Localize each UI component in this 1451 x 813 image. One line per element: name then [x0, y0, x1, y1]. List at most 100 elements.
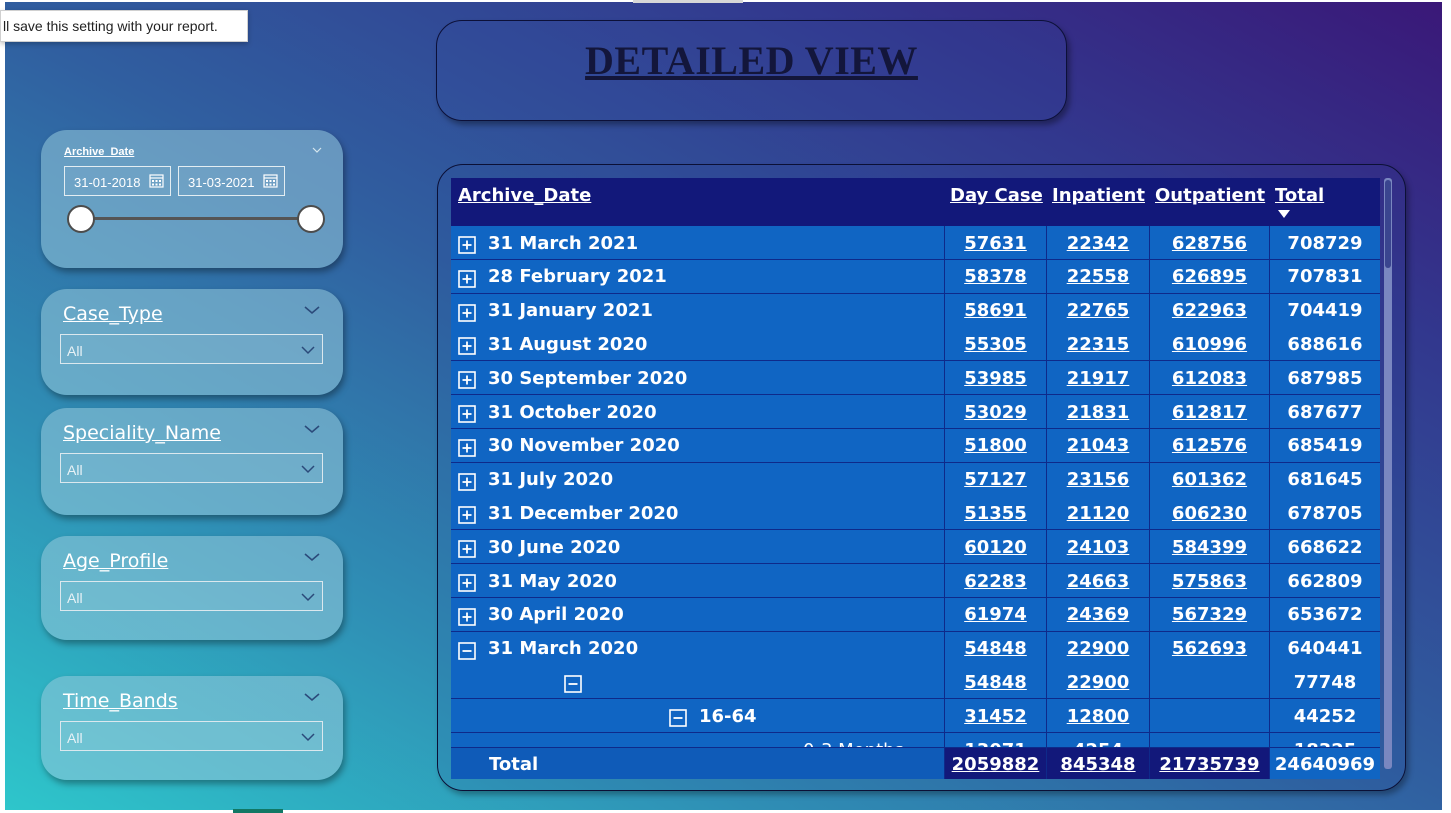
matrix-scrollbar[interactable] — [1384, 178, 1392, 769]
end-date-field[interactable]: 31-03-2021 — [178, 166, 285, 196]
day-case-cell[interactable]: 53029 — [944, 395, 1046, 429]
header-archive-date[interactable]: Archive_Date — [458, 185, 591, 206]
day-case-cell[interactable]: 54848 — [944, 631, 1046, 666]
outpatient-cell[interactable]: 575863 — [1149, 564, 1269, 598]
inpatient-cell[interactable]: 12800 — [1046, 699, 1149, 734]
outpatient-cell[interactable]: 628756 — [1149, 226, 1269, 260]
expand-plus-icon[interactable] — [458, 607, 476, 626]
day-case-cell[interactable]: 51800 — [944, 428, 1046, 463]
outpatient-cell[interactable] — [1149, 733, 1269, 747]
inpatient-cell[interactable]: 22558 — [1046, 259, 1149, 294]
day-case-cell[interactable]: 62283 — [944, 564, 1046, 598]
expand-plus-icon[interactable] — [458, 303, 476, 322]
day-case-cell[interactable]: 58691 — [944, 293, 1046, 328]
inpatient-cell[interactable]: 21120 — [1046, 496, 1149, 531]
chevron-down-icon[interactable] — [303, 420, 321, 438]
chevron-down-icon[interactable] — [303, 548, 321, 566]
day-case-cell[interactable]: 60120 — [944, 530, 1046, 565]
expand-plus-icon[interactable] — [458, 337, 476, 356]
inpatient-value: 22765 — [1066, 300, 1130, 322]
total-day-case-value: 2059882 — [951, 753, 1040, 775]
outpatient-cell[interactable]: 612817 — [1149, 395, 1269, 429]
inpatient-cell[interactable]: 21831 — [1046, 395, 1149, 429]
page-tab-indicator[interactable] — [233, 809, 283, 813]
expand-plus-icon[interactable] — [458, 472, 476, 491]
outpatient-cell[interactable]: 612083 — [1149, 361, 1269, 396]
header-inpatient[interactable]: Inpatient — [1052, 185, 1145, 206]
day-case-cell[interactable]: 55305 — [944, 327, 1046, 362]
expand-plus-icon[interactable] — [458, 574, 476, 592]
collapse-minus-icon[interactable] — [564, 675, 582, 694]
inpatient-cell[interactable]: 21917 — [1046, 361, 1149, 396]
inpatient-cell[interactable]: 22342 — [1046, 226, 1149, 260]
case-type-dropdown[interactable]: All — [60, 334, 323, 364]
expand-plus-icon[interactable] — [458, 371, 476, 389]
expand-plus-icon[interactable] — [458, 540, 476, 558]
day-case-cell[interactable]: 13071 — [944, 733, 1046, 747]
chevron-down-icon[interactable] — [303, 301, 321, 319]
total-day-case[interactable]: 2059882 — [944, 748, 1046, 779]
day-case-cell[interactable]: 57127 — [944, 462, 1046, 497]
expand-plus-icon[interactable] — [458, 438, 476, 457]
calendar-icon[interactable] — [263, 173, 278, 188]
day-case-cell[interactable]: 31452 — [944, 699, 1046, 734]
inpatient-cell[interactable]: 21043 — [1046, 428, 1149, 463]
inpatient-cell[interactable]: 22765 — [1046, 293, 1149, 328]
inpatient-cell[interactable]: 22900 — [1046, 631, 1149, 666]
inpatient-cell[interactable]: 22900 — [1046, 665, 1149, 700]
speciality-name-dropdown[interactable]: All — [60, 453, 323, 483]
header-day-case[interactable]: Day Case — [950, 185, 1043, 206]
header-total[interactable]: Total — [1275, 185, 1324, 206]
inpatient-cell[interactable]: 23156 — [1046, 462, 1149, 497]
chevron-down-icon[interactable] — [300, 461, 316, 477]
day-case-cell[interactable]: 58378 — [944, 259, 1046, 294]
outpatient-cell[interactable] — [1149, 699, 1269, 734]
header-outpatient[interactable]: Outpatient — [1155, 185, 1265, 206]
table-row: 30 September 2020 53985 21917 612083 687985 — [451, 361, 1380, 396]
day-case-cell[interactable]: 53985 — [944, 361, 1046, 396]
collapse-minus-icon[interactable] — [669, 709, 687, 727]
expand-plus-icon[interactable] — [458, 236, 476, 254]
chevron-down-icon[interactable] — [300, 589, 316, 605]
day-case-cell[interactable]: 54848 — [944, 665, 1046, 700]
chevron-down-icon[interactable] — [300, 342, 316, 358]
day-case-value: 13071 — [964, 740, 1027, 748]
expand-plus-icon[interactable] — [458, 405, 476, 423]
inpatient-cell[interactable]: 22315 — [1046, 327, 1149, 362]
collapse-minus-icon[interactable] — [458, 641, 476, 660]
calendar-icon[interactable] — [149, 173, 164, 188]
inpatient-cell[interactable]: 24663 — [1046, 564, 1149, 598]
outpatient-cell[interactable]: 612576 — [1149, 428, 1269, 463]
total-inpatient[interactable]: 845348 — [1046, 748, 1149, 779]
total-outpatient[interactable]: 21735739 — [1149, 748, 1269, 779]
outpatient-cell[interactable] — [1149, 665, 1269, 700]
chevron-down-icon[interactable] — [300, 729, 316, 745]
outpatient-cell[interactable]: 606230 — [1149, 496, 1269, 531]
table-row: 54848 22900 77748 — [451, 665, 1380, 700]
date-range-slider-track[interactable] — [81, 217, 311, 220]
outpatient-cell[interactable]: 584399 — [1149, 530, 1269, 565]
outpatient-cell[interactable]: 567329 — [1149, 597, 1269, 632]
inpatient-cell[interactable]: 24369 — [1046, 597, 1149, 632]
total-value: 662809 — [1287, 570, 1363, 592]
chevron-down-icon[interactable] — [303, 688, 321, 706]
outpatient-cell[interactable]: 626895 — [1149, 259, 1269, 294]
day-case-cell[interactable]: 57631 — [944, 226, 1046, 260]
start-date-field[interactable]: 31-01-2018 — [64, 166, 171, 196]
inpatient-cell[interactable]: 4254 — [1046, 733, 1149, 747]
expand-plus-icon[interactable] — [458, 506, 476, 525]
outpatient-cell[interactable]: 610996 — [1149, 327, 1269, 362]
outpatient-cell[interactable]: 601362 — [1149, 462, 1269, 497]
outpatient-cell[interactable]: 562693 — [1149, 631, 1269, 666]
time-bands-dropdown[interactable]: All — [60, 721, 323, 751]
day-case-cell[interactable]: 61974 — [944, 597, 1046, 632]
day-case-cell[interactable]: 51355 — [944, 496, 1046, 531]
age-profile-dropdown[interactable]: All — [60, 581, 323, 611]
slider-start-handle[interactable] — [67, 205, 95, 233]
outpatient-cell[interactable]: 622963 — [1149, 293, 1269, 328]
chevron-down-icon[interactable] — [311, 144, 323, 156]
scrollbar-thumb[interactable] — [1385, 180, 1391, 268]
expand-plus-icon[interactable] — [458, 269, 476, 288]
slider-end-handle[interactable] — [297, 205, 325, 233]
inpatient-cell[interactable]: 24103 — [1046, 530, 1149, 565]
